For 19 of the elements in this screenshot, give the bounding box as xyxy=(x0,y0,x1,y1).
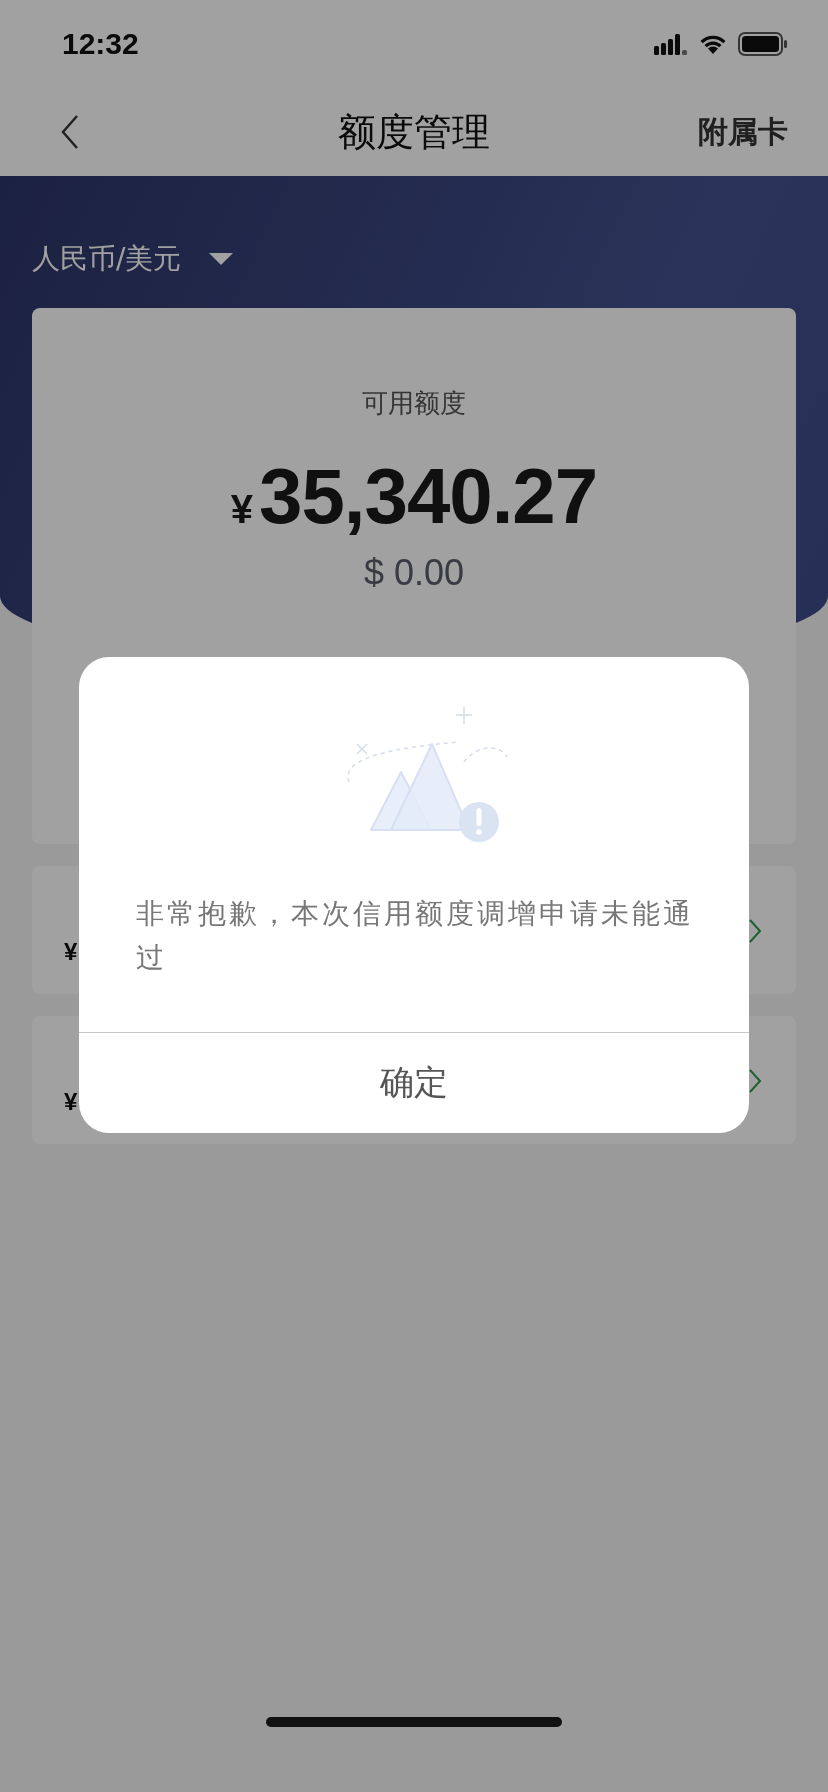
status-time: 12:32 xyxy=(62,27,139,61)
currency-selector[interactable]: 人民币/美元 xyxy=(32,240,234,278)
currency-symbol: ¥ xyxy=(230,487,254,532)
chevron-icon xyxy=(748,918,762,944)
back-icon xyxy=(60,114,80,150)
signal-icon xyxy=(654,33,688,55)
confirm-button[interactable]: 确定 xyxy=(79,1033,749,1133)
usd-balance: $ 0.00 xyxy=(363,552,465,594)
supplementary-card-link[interactable]: 附属卡 xyxy=(698,111,788,153)
row-value: ¥ xyxy=(64,1088,78,1116)
chevron-icon xyxy=(748,1068,762,1094)
wifi-icon xyxy=(698,33,728,55)
balance-amount: 35,340.27 xyxy=(259,451,598,542)
dialog-message: 非常抱歉，本次信用额度调增申请未能通过 xyxy=(135,896,695,976)
page-title: 额度管理 xyxy=(337,108,491,156)
balance-label: 可用额度 xyxy=(362,387,466,420)
caret-icon xyxy=(209,253,234,265)
battery-icon xyxy=(738,32,788,56)
row-value: ¥ xyxy=(64,938,78,966)
